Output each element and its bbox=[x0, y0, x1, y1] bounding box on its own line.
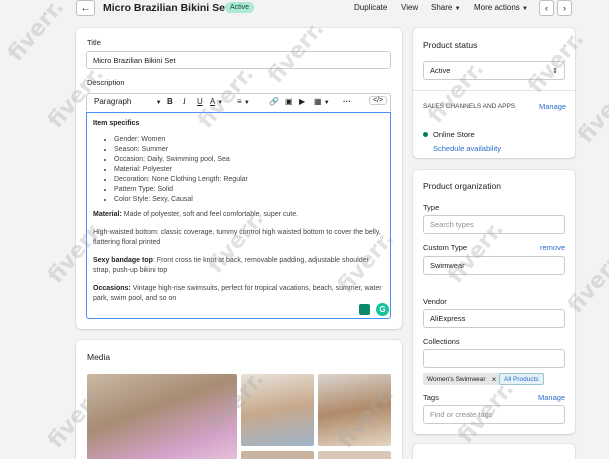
title-input[interactable]: Micro Brazilian Bikini Set bbox=[86, 51, 391, 69]
view-button[interactable]: View bbox=[401, 3, 418, 12]
product-image[interactable] bbox=[318, 451, 391, 459]
code-view-icon[interactable]: </> bbox=[369, 96, 388, 105]
list-item: Color Style: Sexy, Causal bbox=[114, 195, 384, 205]
editor-toolbar: Paragraph ▼ B I U A ▼ ≡ ▼ 🔗 ▣ ▶ ▦ ▼ ··· … bbox=[86, 93, 391, 111]
collection-tag: Women's Swimwear × bbox=[423, 373, 501, 385]
chevron-down-icon: ▼ bbox=[522, 6, 528, 12]
list-item: Gender: Women bbox=[114, 135, 384, 145]
status-select[interactable]: Active ⇕ bbox=[423, 61, 565, 80]
divider bbox=[413, 90, 575, 91]
back-button[interactable]: ← bbox=[76, 0, 95, 16]
chevron-left-icon: ‹ bbox=[545, 3, 548, 13]
page-title: Micro Brazilian Bikini Set bbox=[103, 2, 229, 14]
previous-product-button[interactable]: ‹ bbox=[539, 0, 554, 16]
table-icon: ▦ bbox=[314, 97, 322, 106]
collections-label: Collections bbox=[423, 337, 460, 346]
occasions-label: Occasions: bbox=[93, 285, 131, 292]
status-badge: Active bbox=[225, 2, 255, 13]
share-button[interactable]: Share ▼ bbox=[431, 3, 461, 12]
product-image[interactable] bbox=[318, 374, 391, 446]
more-options-icon[interactable]: ··· bbox=[343, 97, 351, 106]
title-label: Title bbox=[87, 38, 101, 47]
product-status-heading: Product status bbox=[423, 40, 478, 50]
material-text: Made of polyester, soft and feel comfort… bbox=[121, 211, 299, 218]
next-card bbox=[413, 444, 575, 459]
format-select-label: Paragraph bbox=[94, 97, 132, 106]
manage-channels-link[interactable]: Manage bbox=[539, 102, 566, 111]
all-products-tag[interactable]: All Products bbox=[499, 373, 544, 385]
occasions-text: Vintage high-rise swimsuits, perfect for… bbox=[93, 285, 382, 302]
align-left-icon: ≡ bbox=[237, 97, 242, 106]
item-specifics-list: Gender: Women Season: Summer Occasion: D… bbox=[114, 135, 384, 205]
description-label: Description bbox=[87, 78, 125, 87]
video-icon[interactable]: ▶ bbox=[299, 97, 305, 106]
next-product-button[interactable]: › bbox=[557, 0, 572, 16]
grammarly-icon[interactable]: G bbox=[376, 303, 389, 316]
duplicate-button[interactable]: Duplicate bbox=[354, 3, 387, 12]
text-color-label: A bbox=[210, 97, 215, 106]
description-editor[interactable]: Item specifics Gender: Women Season: Sum… bbox=[86, 112, 391, 319]
online-status-dot bbox=[423, 132, 428, 137]
top-label: Sexy bandage top bbox=[93, 257, 153, 264]
page-header: ← Micro Brazilian Bikini Set Active Dupl… bbox=[0, 0, 609, 18]
share-label: Share bbox=[431, 3, 453, 12]
format-select[interactable]: Paragraph ▼ bbox=[94, 97, 162, 106]
image-icon[interactable]: ▣ bbox=[285, 97, 293, 106]
list-item: Season: Summer bbox=[114, 145, 384, 155]
link-icon[interactable]: 🔗 bbox=[269, 97, 279, 106]
material-paragraph: Material: Made of polyester, soft and fe… bbox=[93, 210, 384, 220]
chevron-down-icon: ▼ bbox=[243, 100, 250, 106]
product-organization-heading: Product organization bbox=[423, 181, 501, 191]
schedule-availability-link[interactable]: Schedule availability bbox=[433, 144, 501, 153]
product-image[interactable] bbox=[241, 451, 314, 459]
product-image-main[interactable] bbox=[87, 374, 237, 459]
align-button[interactable]: ≡ ▼ bbox=[237, 97, 250, 106]
collections-input[interactable] bbox=[423, 349, 565, 368]
type-label: Type bbox=[423, 203, 440, 212]
list-item: Occasion: Daily, Swimming pool, Sea bbox=[114, 155, 384, 165]
list-item: Decoration: None Clothing Length: Regula… bbox=[114, 175, 384, 185]
occasions-paragraph: Occasions: Vintage high-rise swimsuits, … bbox=[93, 284, 384, 304]
product-image[interactable] bbox=[241, 374, 314, 446]
custom-type-label: Custom Type bbox=[423, 243, 468, 252]
select-arrows-icon: ⇕ bbox=[552, 67, 558, 75]
chevron-down-icon: ▼ bbox=[323, 100, 330, 106]
manage-tags-link[interactable]: Manage bbox=[538, 393, 565, 402]
collection-tag-label: Women's Swimwear bbox=[427, 375, 486, 383]
bottom-paragraph: High-waisted bottom: classic coverage, t… bbox=[93, 229, 381, 246]
chevron-down-icon: ▼ bbox=[155, 100, 162, 106]
vendor-input[interactable]: AliExpress bbox=[423, 309, 565, 328]
media-heading: Media bbox=[87, 352, 111, 362]
text-color-button[interactable]: A ▼ bbox=[210, 97, 223, 106]
more-actions-button[interactable]: More actions ▼ bbox=[474, 3, 528, 12]
chevron-right-icon: › bbox=[563, 3, 566, 13]
bold-button[interactable]: B bbox=[167, 97, 173, 106]
custom-type-input[interactable]: Swimwear bbox=[423, 256, 565, 275]
grammar-shirt-icon[interactable] bbox=[359, 304, 370, 315]
online-store-label: Online Store bbox=[433, 130, 475, 139]
underline-button[interactable]: U bbox=[197, 97, 203, 106]
tags-label: Tags bbox=[423, 393, 439, 402]
remove-custom-type-link[interactable]: remove bbox=[540, 243, 565, 252]
watermark: fiverr. bbox=[573, 76, 609, 149]
item-specifics-heading: Item specifics bbox=[93, 120, 140, 127]
more-actions-label: More actions bbox=[474, 3, 520, 12]
italic-button[interactable]: I bbox=[183, 97, 186, 106]
close-icon[interactable]: × bbox=[492, 375, 497, 384]
tags-input[interactable]: Find or create tags bbox=[423, 405, 565, 424]
table-button[interactable]: ▦ ▼ bbox=[314, 97, 330, 106]
material-label: Material: bbox=[93, 211, 122, 218]
top-paragraph: Sexy bandage top: Front cross tie knot a… bbox=[93, 256, 384, 276]
list-item: Material: Polyester bbox=[114, 165, 384, 175]
type-search-input[interactable]: Search types bbox=[423, 215, 565, 234]
list-item: Pattern Type: Solid bbox=[114, 185, 384, 195]
status-select-value: Active bbox=[430, 66, 451, 75]
sales-channels-label: SALES CHANNELS AND APPS bbox=[423, 103, 516, 110]
arrow-left-icon: ← bbox=[80, 2, 91, 14]
chevron-down-icon: ▼ bbox=[454, 6, 461, 12]
chevron-down-icon: ▼ bbox=[217, 100, 224, 106]
vendor-label: Vendor bbox=[423, 297, 447, 306]
